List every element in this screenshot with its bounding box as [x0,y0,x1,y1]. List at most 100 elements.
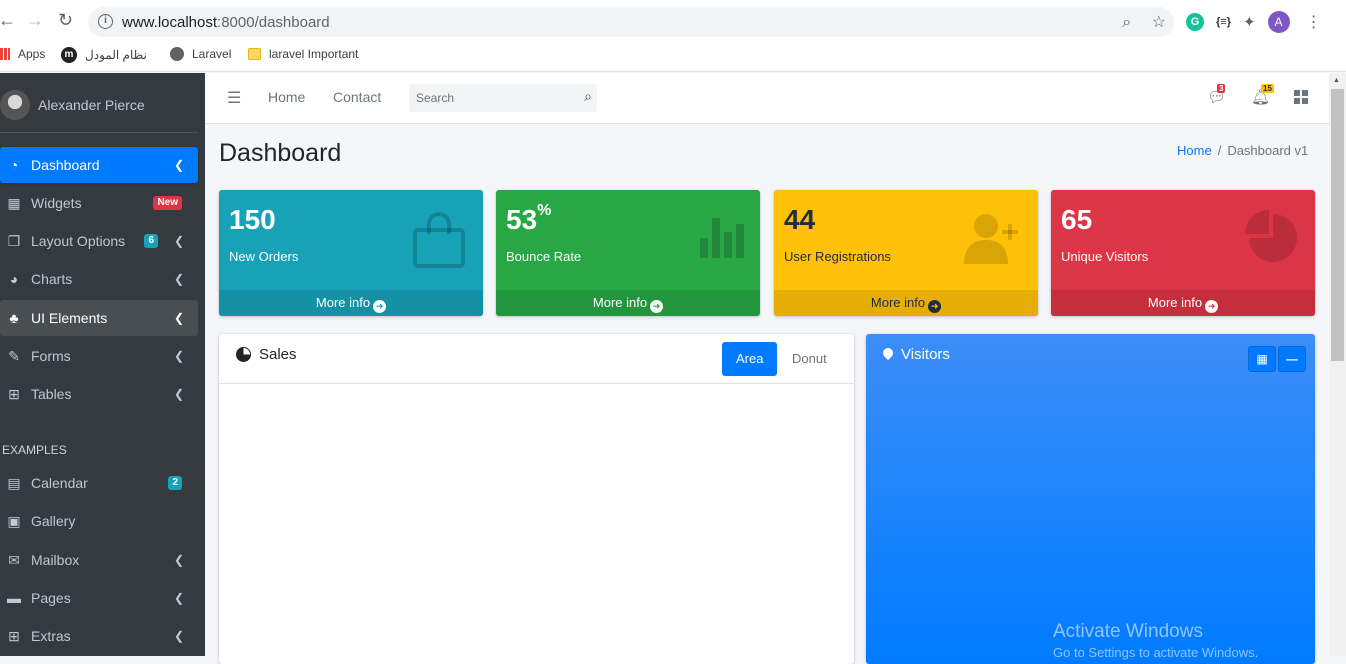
bookmark-apps[interactable]: Apps [0,47,45,61]
user-panel[interactable]: Alexander Pierce [0,87,198,133]
examples-header: EXAMPLES [2,443,67,457]
chevron-left-icon: ❮ [173,234,184,248]
stat-label: Bounce Rate [506,249,582,264]
folder-icon [248,48,261,60]
sidebar-item-calendar[interactable]: ▤ Calendar 2 [0,465,198,501]
json-extension-icon[interactable]: {≡} [1216,16,1231,28]
sidebar-item-tables[interactable]: ⊞ Tables ❮ [0,376,198,412]
activate-windows-subtext: Go to Settings to activate Windows. [1053,645,1259,660]
nav-contact-link[interactable]: Contact [333,89,381,105]
bookmarks-bar: Apps m نظام المودل Laravel laravel Impor… [0,42,1346,72]
globe-icon [170,47,184,61]
envelope-icon: ✉ [8,551,20,568]
sales-card: Sales Area Donut [219,334,854,664]
page-title: Dashboard [219,139,342,167]
arrow-circle-right-icon: ➜ [1205,300,1219,313]
stat-value: 65 [1061,204,1093,235]
visitors-card-title: Visitors [883,346,950,363]
new-badge: New [153,196,182,210]
page-scrollbar[interactable]: ▲ [1329,73,1346,656]
collapse-button[interactable]: — [1278,346,1306,372]
sidebar-item-widgets[interactable]: ▦ Widgets New [0,185,198,221]
more-info-link[interactable]: More info ➜ [219,290,483,316]
sidebar-item-ui-elements[interactable]: ♣ UI Elements ❮ [0,300,198,336]
plus-square-icon: ⊞ [8,627,20,644]
notifications-dropdown[interactable]: 🔔︎ 15 [1251,84,1274,106]
back-icon[interactable]: ← [0,10,16,31]
top-navbar: ☰ Home Contact ⌕ 💬︎ 3 🔔︎ 15 [205,73,1329,124]
nav-home-link[interactable]: Home [268,89,305,105]
dashboard-icon: ◔ [9,157,19,173]
scrollbar-thumb[interactable] [1331,89,1344,361]
hamburger-menu-icon[interactable]: ☰ [227,88,241,108]
more-info-link[interactable]: More info ➜ [774,290,1038,316]
sidebar-item-gallery[interactable]: ▣ Gallery [0,503,198,539]
stats-bars-icon [700,218,744,258]
person-add-icon [964,214,1018,264]
image-icon: ▣ [7,512,21,529]
profile-avatar[interactable]: A [1267,11,1290,33]
sidebar-item-layout-options[interactable]: ❐ Layout Options 6 ❮ [0,223,198,259]
chart-pie-icon: ◕ [9,271,19,287]
sidebar-item-extras[interactable]: ⊞ Extras ❮ [0,618,198,654]
breadcrumb-home[interactable]: Home [1177,143,1212,158]
count-badge: 2 [168,476,182,490]
navbar-search: ⌕ [409,84,597,112]
bookmark-moodle[interactable]: m نظام المودل [61,47,147,63]
chevron-left-icon: ❮ [173,272,184,286]
url-text[interactable]: www.localhost:8000/dashboard [122,14,330,31]
user-name[interactable]: Alexander Pierce [38,97,145,113]
book-icon: ▬ [7,590,21,606]
widgets-icon: ▦ [7,194,21,211]
apps-grid-icon [0,48,10,60]
count-badge: 6 [144,234,158,248]
control-sidebar-grid-icon[interactable] [1294,90,1308,104]
tab-donut[interactable]: Donut [778,342,841,376]
breadcrumb: Home / Dashboard v1 [1177,143,1309,158]
zoom-icon[interactable]: ⌕ [1122,14,1131,31]
calendar-icon: ▤ [7,474,21,491]
chevron-left-icon: ❮ [173,629,184,643]
visitors-card: Visitors ▦ — [866,334,1315,664]
messages-badge: 3 [1217,84,1226,93]
search-input[interactable] [409,84,569,112]
tab-area[interactable]: Area [722,342,778,376]
avatar[interactable] [0,89,30,120]
forward-icon[interactable]: → [26,10,44,31]
arrow-circle-right-icon: ➜ [650,300,664,313]
calendar-icon: ▦ [1256,352,1268,366]
sidebar-item-dashboard[interactable]: ◔ Dashboard ❮ [0,147,198,183]
more-info-link[interactable]: More info ➜ [1051,290,1315,316]
chevron-left-icon: ❮ [173,387,184,401]
sales-card-header: Sales Area Donut [219,334,854,384]
address-bar[interactable]: i www.localhost:8000/dashboard ⌕ ☆ [88,7,1174,37]
browser-menu-icon[interactable]: ⋮ [1306,12,1322,32]
grammarly-icon[interactable]: G [1186,13,1204,31]
chevron-left-icon: ❮ [173,349,184,363]
info-icon[interactable]: i [98,14,113,29]
sidebar-item-mailbox[interactable]: ✉ Mailbox ❮ [0,542,198,578]
stat-label: Unique Visitors [1061,249,1149,264]
sidebar-item-forms[interactable]: ✎ Forms ❮ [0,338,198,374]
bookmark-laravel[interactable]: Laravel [170,47,231,61]
bookmark-laravel-important[interactable]: laravel Important [248,47,358,61]
sidebar-item-pages[interactable]: ▬ Pages ❮ [0,580,198,616]
activate-windows-watermark: Activate Windows [1053,621,1203,642]
star-icon[interactable]: ☆ [1152,14,1166,31]
arrow-circle-right-icon: ➜ [373,300,387,313]
scroll-up-icon[interactable]: ▲ [1333,77,1340,84]
chevron-left-icon: ❮ [173,553,184,567]
pie-graph-icon [1245,210,1297,262]
chart-pie-icon [236,347,251,362]
extensions-puzzle-icon[interactable]: ✦ [1243,13,1256,31]
calendar-button[interactable]: ▦ [1248,346,1276,372]
search-icon[interactable]: ⌕ [584,88,592,105]
breadcrumb-current: Dashboard v1 [1227,143,1309,158]
reload-icon[interactable]: ↻ [58,10,73,31]
more-info-link[interactable]: More info ➜ [496,290,760,316]
sidebar-item-charts[interactable]: ◕ Charts ❮ [0,261,198,297]
messages-dropdown[interactable]: 💬︎ 3 [1207,84,1226,106]
sales-card-title: Sales [236,346,297,363]
stat-label: New Orders [229,249,299,264]
main-sidebar: Alexander Pierce ◔ Dashboard ❮ ▦ Widgets… [0,73,205,656]
